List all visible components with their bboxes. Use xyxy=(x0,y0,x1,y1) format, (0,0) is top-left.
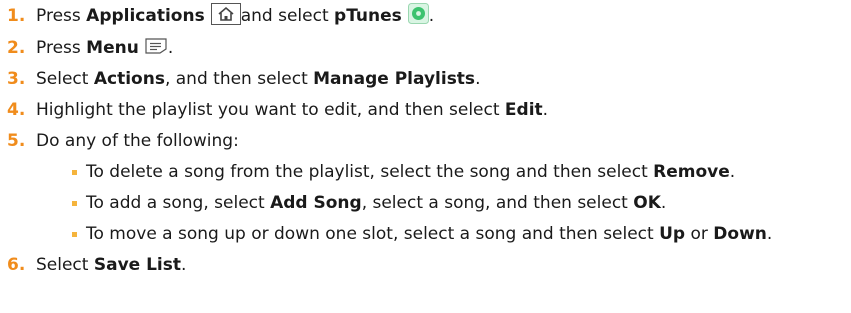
step-text: Press Applications xyxy=(36,6,205,26)
step-3: 3. Select Actions, and then select Manag… xyxy=(0,66,480,92)
sub-item-move-song: To move a song up or down one slot, sele… xyxy=(0,221,772,247)
step-4: 4. Highlight the playlist you want to ed… xyxy=(0,97,548,123)
bullet-marker xyxy=(72,200,77,206)
step-text-end: . xyxy=(167,38,174,58)
manage-playlists-label: Manage Playlists xyxy=(313,69,476,89)
remove-label: Remove xyxy=(653,162,730,182)
instruction-document: 1. Press Applications and select pTunes … xyxy=(0,0,851,313)
menu-key-label: Menu xyxy=(86,38,139,58)
step-number: 6. xyxy=(7,255,26,275)
step-number: 1. xyxy=(7,6,26,26)
ptunes-app-icon xyxy=(407,3,429,29)
step-text: Do any of the following: xyxy=(36,131,239,151)
sub-item-text: To move a song up or down one slot, sele… xyxy=(86,224,773,244)
bullet-marker xyxy=(72,231,77,237)
applications-key-label: Applications xyxy=(86,6,205,26)
ok-label: OK xyxy=(633,193,661,213)
step-1: 1. Press Applications and select pTunes … xyxy=(0,2,435,30)
sub-item-remove: To delete a song from the playlist, sele… xyxy=(0,159,735,185)
step-number: 2. xyxy=(7,38,26,58)
sub-item-text: To delete a song from the playlist, sele… xyxy=(86,162,736,182)
down-label: Down xyxy=(713,224,767,244)
save-list-label: Save List xyxy=(93,255,182,275)
sub-item-add-song: To add a song, select Add Song, select a… xyxy=(0,190,666,216)
step-text: Press Menu xyxy=(36,38,139,58)
step-text: Select Save List. xyxy=(36,255,187,275)
add-song-label: Add Song xyxy=(270,193,362,213)
bullet-marker xyxy=(72,169,77,175)
step-6: 6. Select Save List. xyxy=(0,252,186,278)
ptunes-label: pTunes xyxy=(334,6,402,26)
step-number: 3. xyxy=(7,69,26,89)
step-2: 2. Press Menu . xyxy=(0,35,173,61)
home-key-icon xyxy=(210,2,241,30)
up-label: Up xyxy=(659,224,686,244)
actions-label: Actions xyxy=(93,69,165,89)
menu-key-icon xyxy=(144,37,168,60)
step-text: and select pTunes xyxy=(240,6,402,26)
step-text: Select Actions, and then select Manage P… xyxy=(36,69,481,89)
step-number: 4. xyxy=(7,100,26,120)
edit-label: Edit xyxy=(504,100,543,120)
sub-item-text: To add a song, select Add Song, select a… xyxy=(86,193,667,213)
step-text-end: . xyxy=(428,6,435,26)
step-5: 5. Do any of the following: xyxy=(0,128,239,154)
step-number: 5. xyxy=(7,131,26,151)
step-text: Highlight the playlist you want to edit,… xyxy=(36,100,549,120)
